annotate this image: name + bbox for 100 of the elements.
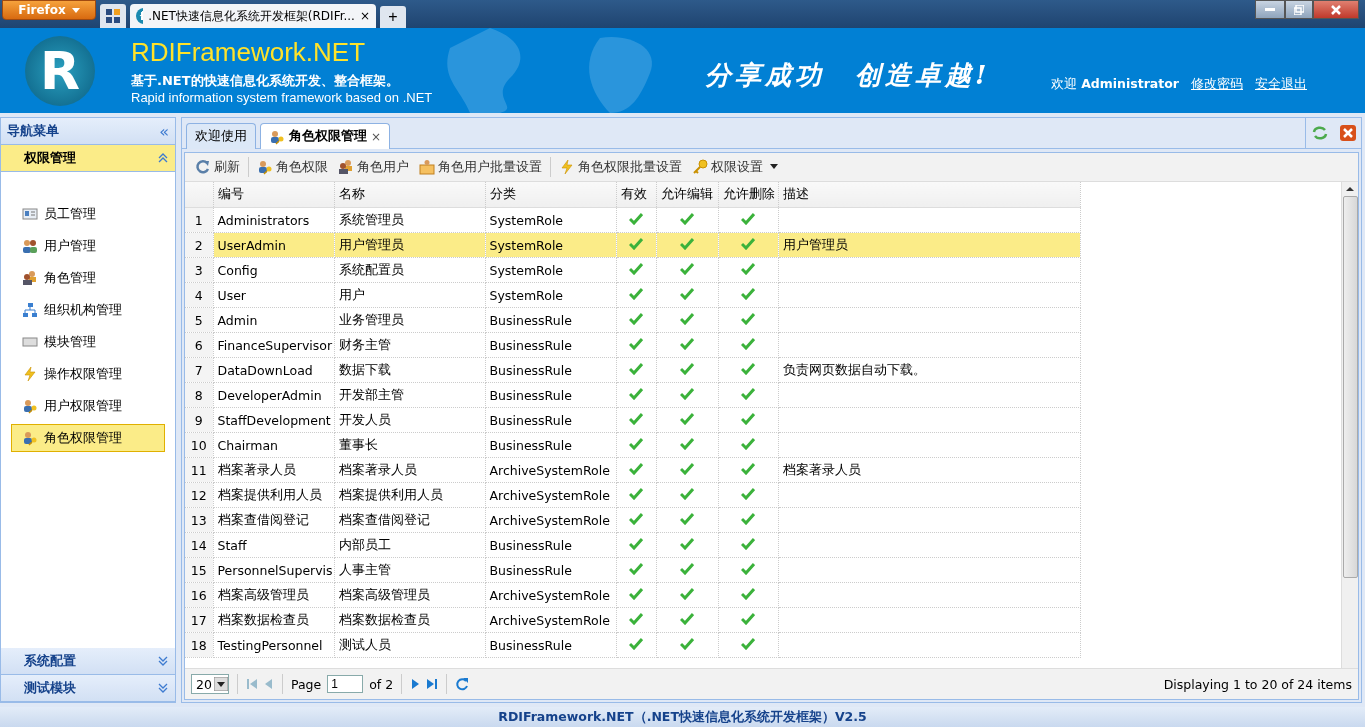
check-icon [741,562,755,575]
check-icon [741,387,755,400]
check-icon [680,587,694,600]
close-button[interactable] [1313,0,1359,19]
close-tab-button[interactable]: × [371,129,382,144]
column-header[interactable]: 编号 [213,182,334,208]
table-cell: ArchiveSystemRole [485,582,616,608]
check-icon [629,287,643,300]
menu-item[interactable]: 角色管理 [11,264,165,292]
menu-item[interactable]: 模块管理 [11,328,165,356]
table-cell: 系统管理员 [334,207,485,233]
row-number: 6 [185,332,213,358]
table-cell: BusinessRule [485,407,616,433]
user-key-icon [257,159,273,175]
page-size-select[interactable]: 20 [191,674,229,694]
check-icon [680,237,694,250]
minimize-button[interactable] [1255,0,1285,19]
row-number: 16 [185,582,213,608]
lightning-icon [559,159,575,175]
menu-item[interactable]: 用户权限管理 [11,392,165,420]
column-header[interactable]: 名称 [334,182,485,208]
check-icon [741,212,755,225]
column-header[interactable]: 允许删除 [718,182,778,208]
check-icon [741,437,755,450]
row-number: 5 [185,307,213,333]
first-page-icon [245,678,258,690]
check-icon [741,537,755,550]
toolbar-button[interactable]: 角色权限批量设置 [555,156,686,178]
check-icon [741,237,755,250]
check-icon [680,462,694,475]
table-cell: 档案著录人员 [778,457,1080,483]
table-cell: 档案提供利用人员 [334,482,485,508]
check-icon [680,362,694,375]
table-cell: Staff [213,532,334,558]
last-page-icon [426,678,439,690]
toolbar-button[interactable]: 角色用户批量设置 [415,156,546,178]
column-header[interactable]: 允许编辑 [656,182,718,208]
table-cell: BusinessRule [485,557,616,583]
toolbar-button[interactable]: 角色用户 [334,156,413,178]
check-icon [741,587,755,600]
page-input[interactable]: 1 [327,675,364,693]
users-icon [22,238,38,254]
expand-icon [157,655,169,667]
check-icon [680,312,694,325]
lightning-icon [22,366,38,382]
table-cell: BusinessRule [485,432,616,458]
new-tab-button[interactable]: + [380,6,406,28]
toolbar-button[interactable]: 角色权限 [253,156,332,178]
column-header[interactable]: 分类 [485,182,616,208]
people-icon [338,159,354,175]
check-icon [629,562,643,575]
table-cell: 内部员工 [334,532,485,558]
people-icon [22,270,38,286]
page-count: of 2 [369,676,394,692]
header-link[interactable]: 修改密码 [1191,76,1243,93]
tab[interactable]: 角色权限管理 × [260,123,391,149]
grid-icon [106,9,120,23]
accordion-header[interactable]: 系统配置 [1,648,175,675]
scrollbar[interactable] [1341,182,1358,668]
user-key-icon [22,430,38,446]
table-cell: 开发人员 [334,407,485,433]
accordion-header[interactable]: 测试模块 [1,675,175,702]
table-cell: ArchiveSystemRole [485,482,616,508]
row-number: 18 [185,632,213,658]
refresh-icon [195,159,211,175]
toolbar-button[interactable]: 权限设置 [688,156,786,178]
accordion-header[interactable]: 权限管理 [1,145,175,172]
toolbar-button[interactable]: 刷新 [191,156,244,178]
header-link[interactable]: 安全退出 [1255,76,1307,93]
close-tab-button[interactable]: × [359,9,370,23]
app-subtitle: 基于.NET的快速信息化系统开发、整合框架。 [131,71,400,90]
user-key-icon [269,128,285,145]
table-cell: BusinessRule [485,307,616,333]
column-header[interactable]: 有效 [616,182,656,208]
restore-button[interactable] [1285,0,1313,19]
row-number: 15 [185,557,213,583]
check-icon [680,537,694,550]
browser-tab[interactable]: .NET快速信息化系统开发框架(RDIFr... × [130,4,376,28]
check-icon [680,487,694,500]
row-number: 3 [185,257,213,283]
folder-user-icon [419,159,435,175]
slogan: 分享成功 创造卓越! [705,59,991,92]
row-number: 17 [185,607,213,633]
footer-text: RDIFramework.NET（.NET快速信息化系统开发框架）V2.5 [0,707,1365,727]
menu-item[interactable]: 操作权限管理 [11,360,165,388]
table-cell: SystemRole [485,232,616,258]
menu-item[interactable]: 角色权限管理 [11,424,165,452]
tab-groups-button[interactable] [100,4,126,28]
row-number: 10 [185,432,213,458]
menu-item[interactable]: 员工管理 [11,200,165,228]
check-icon [629,637,643,650]
table-cell: StaffDevelopment [213,407,334,433]
tab[interactable]: 欢迎使用 [186,123,256,149]
check-icon [629,462,643,475]
menu-item[interactable]: 组织机构管理 [11,296,165,324]
menu-item[interactable]: 用户管理 [11,232,165,260]
app-subtitle: Rapid information system framework based on .NET [131,89,433,105]
column-header[interactable]: 描述 [778,182,1080,208]
paging-summary: Displaying 1 to 20 of 24 items [1163,676,1352,692]
table-cell: BusinessRule [485,332,616,358]
